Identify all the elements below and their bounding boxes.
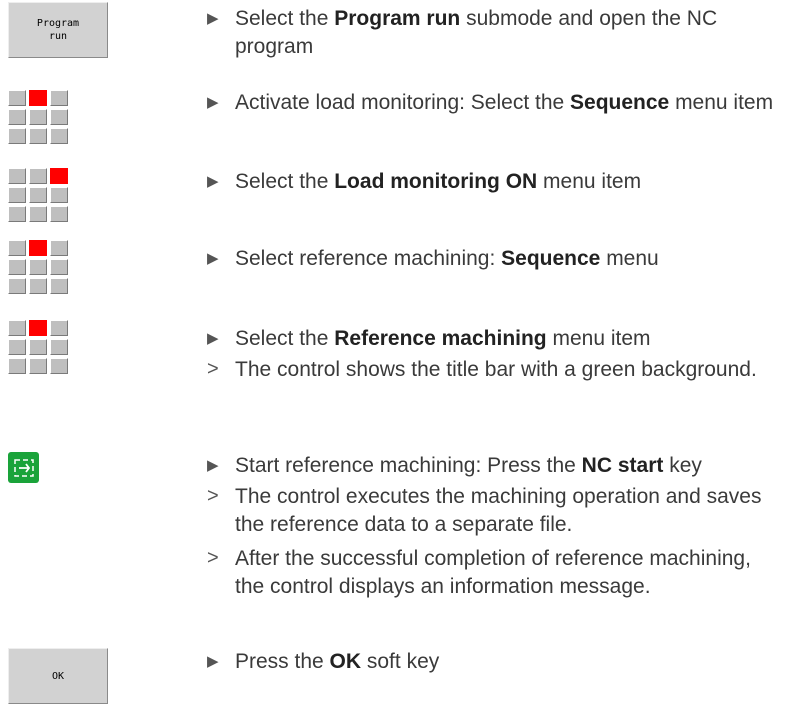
reference-machining-menu-icon[interactable]: [8, 320, 70, 375]
step-marker: ▶: [207, 173, 219, 190]
step-marker: ▶: [207, 330, 219, 347]
ok-softkey-label: OK: [8, 648, 108, 704]
load-monitoring-on-menu-icon[interactable]: [8, 168, 70, 223]
step-4: ▶ Select reference machining: Sequence m…: [207, 245, 781, 273]
program-run-softkey-label: Program run: [8, 2, 108, 58]
result-marker: >: [207, 358, 219, 380]
step-marker: ▶: [207, 250, 219, 267]
result-3: > After the successful completion of ref…: [207, 545, 781, 601]
step-marker: ▶: [207, 10, 219, 27]
sequence-menu-icon[interactable]: [8, 240, 70, 295]
step-marker: ▶: [207, 653, 219, 670]
result-marker: >: [207, 485, 219, 507]
step-marker: ▶: [207, 94, 219, 111]
ok-softkey[interactable]: OK: [8, 648, 108, 704]
result-1: > The control shows the title bar with a…: [207, 356, 781, 384]
step-3: ▶ Select the Load monitoring ON menu ite…: [207, 168, 781, 196]
result-2: > The control executes the machining ope…: [207, 483, 781, 539]
step-5: ▶ Select the Reference machining menu it…: [207, 325, 781, 353]
step-2: ▶ Activate load monitoring: Select the S…: [207, 89, 781, 117]
result-marker: >: [207, 547, 219, 569]
step-marker: ▶: [207, 457, 219, 474]
step-7: ▶ Press the OK soft key: [207, 648, 781, 676]
step-6: ▶ Start reference machining: Press the N…: [207, 452, 781, 480]
program-run-softkey[interactable]: Program run: [8, 2, 108, 58]
sequence-menu-icon[interactable]: [8, 90, 70, 145]
step-1: ▶ Select the Program run submode and ope…: [207, 7, 718, 58]
nc-start-key-icon[interactable]: [8, 452, 39, 483]
